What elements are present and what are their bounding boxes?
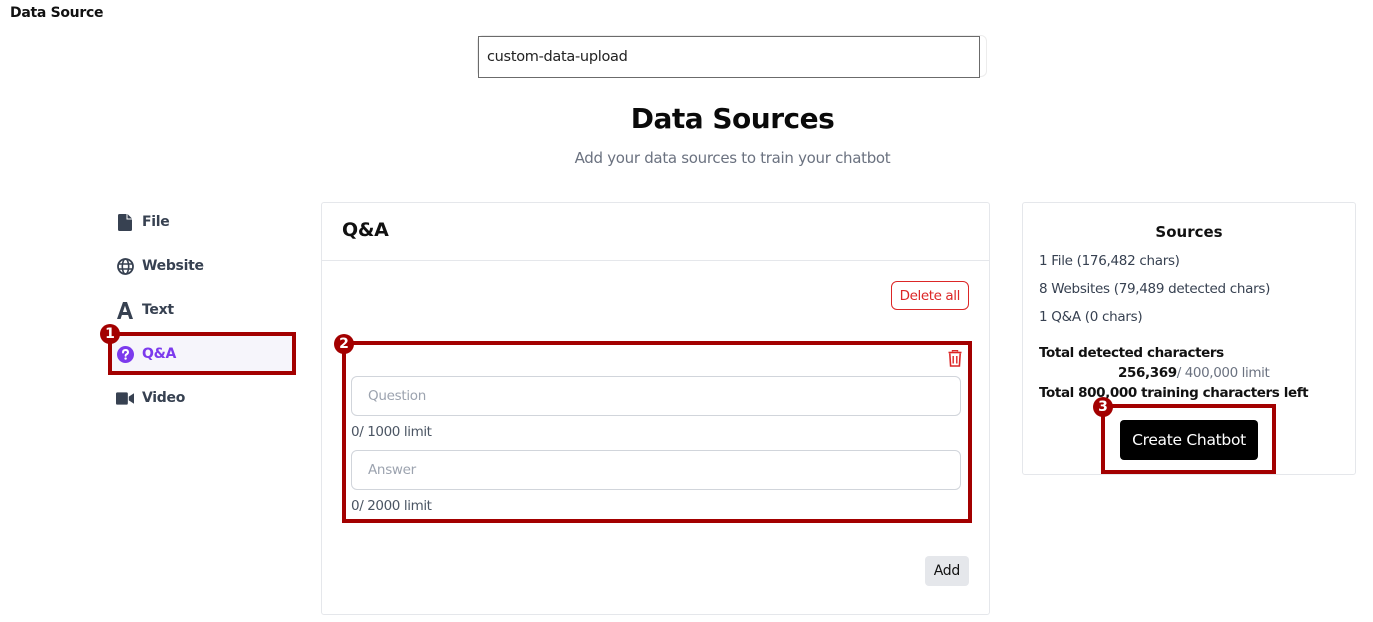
sidebar-item-label: Website bbox=[142, 258, 204, 274]
text-icon bbox=[116, 301, 134, 319]
question-circle-icon bbox=[116, 345, 134, 363]
chatbot-name-input[interactable] bbox=[478, 36, 980, 78]
total-detected-label: Total detected characters bbox=[1039, 345, 1224, 361]
qa-panel: Q&A Delete all 0/ 1000 limit 0/ 2000 lim… bbox=[321, 202, 990, 615]
training-characters-left: Total 800,000 training characters left bbox=[1039, 385, 1309, 401]
chatbot-name-field bbox=[477, 35, 987, 78]
answer-limit: 0/ 2000 limit bbox=[351, 498, 432, 514]
sidebar-item-label: Text bbox=[142, 302, 174, 318]
add-qa-button[interactable]: Add bbox=[924, 556, 969, 586]
qa-panel-title: Q&A bbox=[322, 203, 989, 261]
file-icon bbox=[116, 213, 134, 231]
question-limit: 0/ 1000 limit bbox=[351, 424, 432, 440]
sidebar-item-label: Q&A bbox=[142, 346, 177, 362]
page-subtitle: Add your data sources to train your chat… bbox=[574, 149, 891, 167]
sidebar-item-label: Video bbox=[142, 390, 186, 406]
sidebar-item-text[interactable]: Text bbox=[108, 290, 296, 330]
trash-icon[interactable] bbox=[948, 349, 964, 368]
character-limit: / 400,000 limit bbox=[1176, 365, 1270, 381]
total-characters: 256,369 bbox=[1118, 365, 1177, 381]
sidebar-item-qa[interactable]: Q&A bbox=[108, 334, 296, 374]
app-title: Data Source bbox=[10, 5, 104, 21]
sidebar-item-label: File bbox=[142, 214, 170, 230]
annotation-badge-3: 3 bbox=[1093, 397, 1113, 417]
sidebar-item-file[interactable]: File bbox=[108, 202, 296, 242]
total-detected-value: 256,369/ 400,000 limit bbox=[1118, 365, 1270, 381]
source-file-count: 1 File (176,482 chars) bbox=[1039, 253, 1180, 269]
annotation-badge-1: 1 bbox=[100, 324, 120, 344]
delete-all-button[interactable]: Delete all bbox=[890, 281, 969, 310]
sources-panel: Sources 1 File (176,482 chars) 8 Website… bbox=[1022, 202, 1356, 475]
sources-title: Sources bbox=[1155, 223, 1223, 241]
create-chatbot-button[interactable]: Create Chatbot bbox=[1120, 420, 1258, 460]
sidebar-item-website[interactable]: Website bbox=[108, 246, 296, 286]
page-title: Data Sources bbox=[630, 102, 835, 135]
video-icon bbox=[116, 389, 134, 407]
answer-input[interactable] bbox=[351, 450, 961, 490]
globe-icon bbox=[116, 257, 134, 275]
source-qa-count: 1 Q&A (0 chars) bbox=[1039, 309, 1143, 325]
sidebar-item-video[interactable]: Video bbox=[108, 378, 296, 418]
annotation-badge-2: 2 bbox=[334, 334, 354, 354]
question-input[interactable] bbox=[351, 376, 961, 416]
qa-entry: 0/ 1000 limit 0/ 2000 limit bbox=[344, 344, 970, 524]
source-website-count: 8 Websites (79,489 detected chars) bbox=[1039, 281, 1271, 297]
